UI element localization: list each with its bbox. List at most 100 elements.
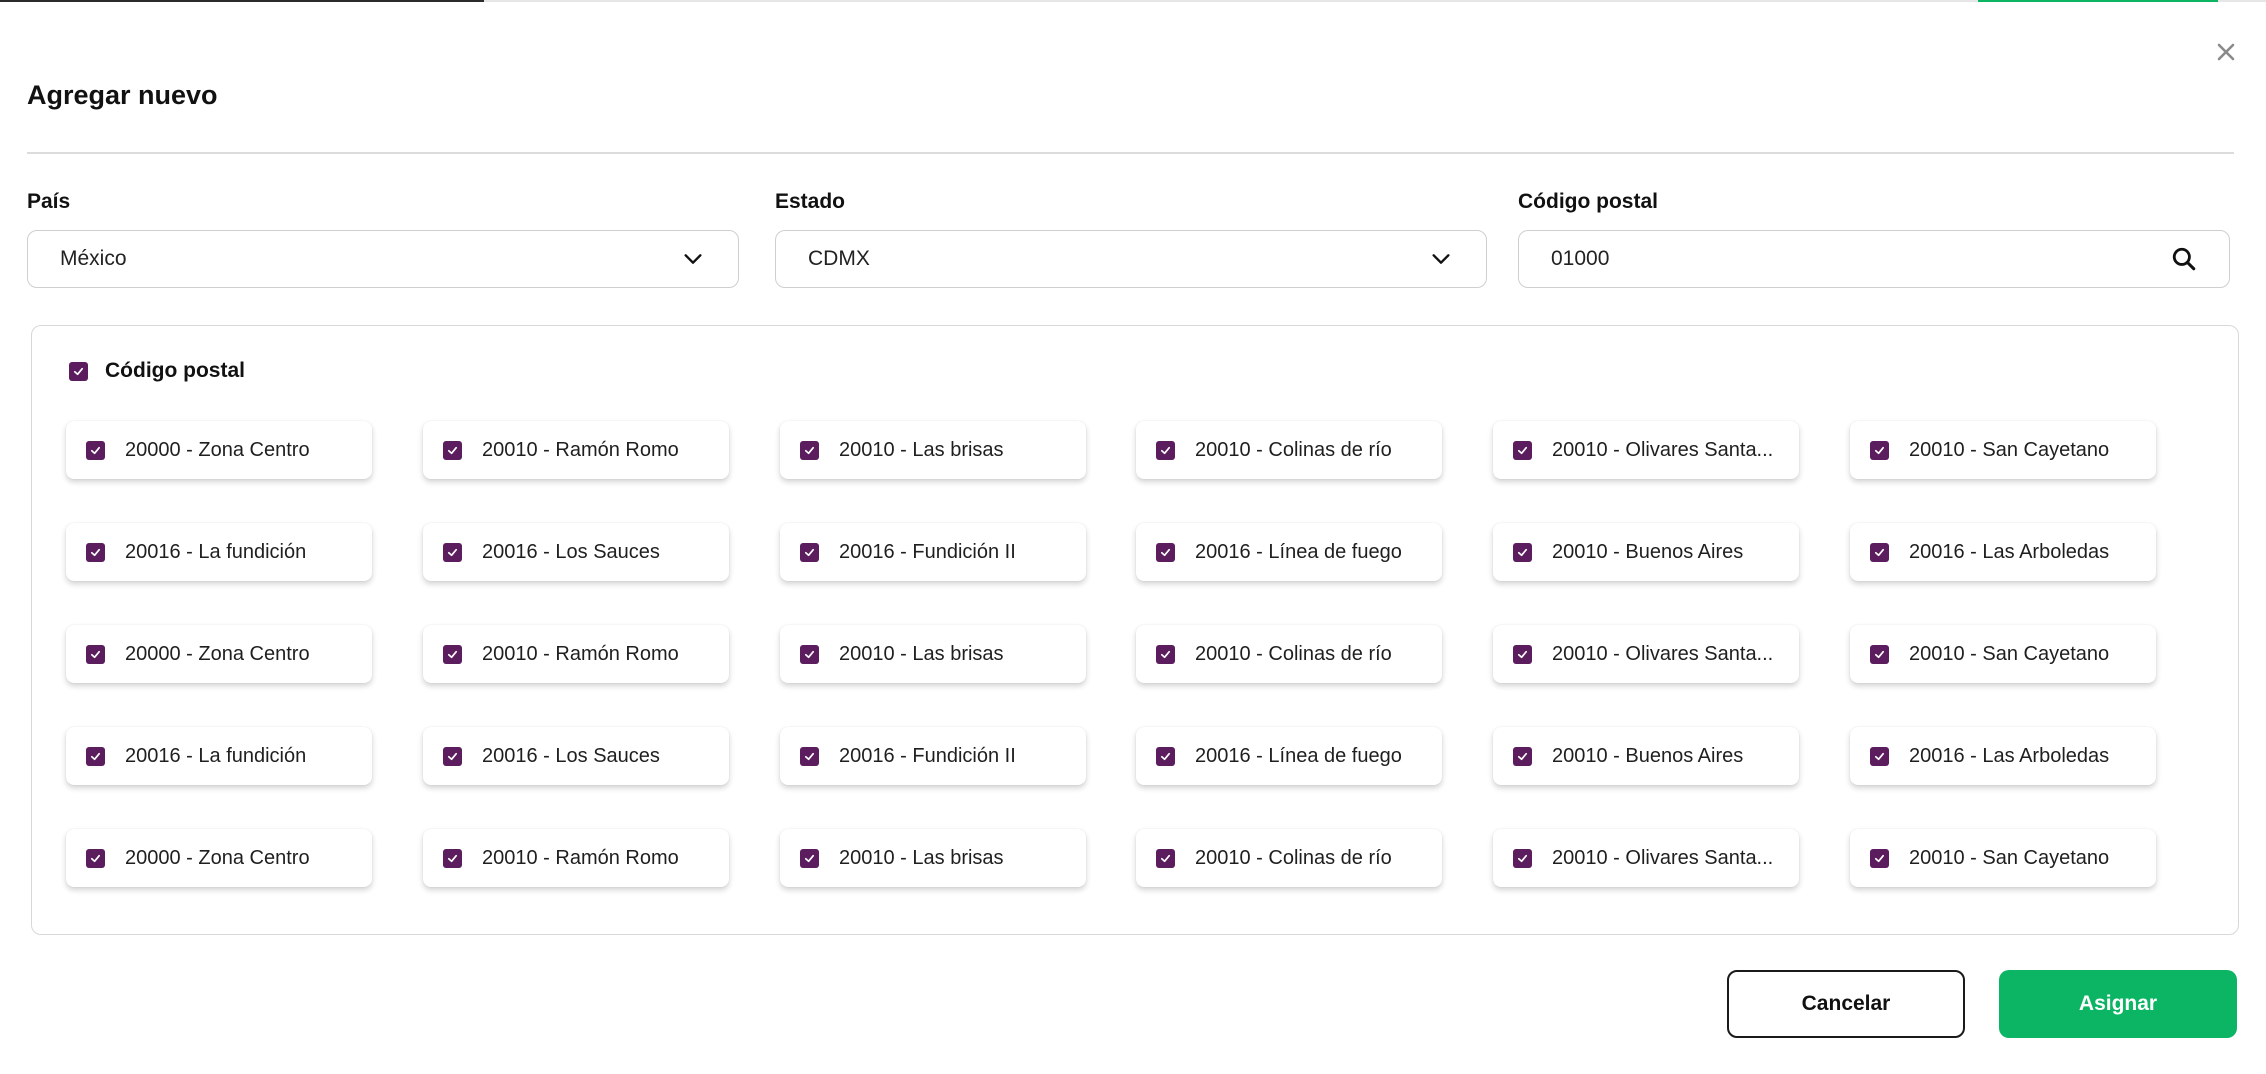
postal-code-chip[interactable]: 20016 - Las Arboledas — [1850, 523, 2156, 581]
postal-code-checkbox[interactable] — [86, 440, 105, 460]
postal-code-chip[interactable]: 20000 - Zona Centro — [66, 421, 372, 479]
postal-code-checkbox[interactable] — [800, 746, 819, 766]
postal-code-chip[interactable]: 20016 - Línea de fuego — [1136, 727, 1442, 785]
postal-code-label: 20000 - Zona Centro — [125, 846, 310, 869]
postal-code-chip[interactable]: 20000 - Zona Centro — [66, 829, 372, 887]
postal-code-chip[interactable]: 20016 - Los Sauces — [423, 727, 729, 785]
postal-code-label: 20010 - Las brisas — [839, 438, 1004, 461]
postal-code-checkbox[interactable] — [443, 542, 462, 562]
postal-code-checkbox[interactable] — [86, 746, 105, 766]
estado-value: CDMX — [808, 247, 870, 270]
postal-code-checkbox[interactable] — [86, 542, 105, 562]
postal-code-chip[interactable]: 20000 - Zona Centro — [66, 625, 372, 683]
postal-code-checkbox[interactable] — [1156, 746, 1175, 766]
postal-code-checkbox[interactable] — [1870, 440, 1889, 460]
postal-code-checkbox[interactable] — [1513, 746, 1532, 766]
postal-code-checkbox[interactable] — [86, 644, 105, 664]
postal-code-checkbox[interactable] — [1513, 440, 1532, 460]
postal-code-chip[interactable]: 20010 - Colinas de río — [1136, 829, 1442, 887]
postal-code-chip[interactable]: 20010 - Ramón Romo — [423, 829, 729, 887]
search-icon[interactable] — [2171, 246, 2197, 272]
postal-code-chip[interactable]: 20010 - Las brisas — [780, 625, 1086, 683]
postal-code-checkbox[interactable] — [1513, 542, 1532, 562]
postal-code-chip[interactable]: 20010 - Colinas de río — [1136, 625, 1442, 683]
select-all-checkbox[interactable] — [69, 361, 88, 381]
postal-code-chip[interactable]: 20010 - Ramón Romo — [423, 421, 729, 479]
check-icon — [1517, 752, 1528, 760]
postal-code-chip[interactable]: 20016 - Los Sauces — [423, 523, 729, 581]
close-button[interactable] — [2210, 36, 2242, 68]
cancel-button[interactable]: Cancelar — [1727, 970, 1965, 1038]
postal-code-chip[interactable]: 20016 - Fundición II — [780, 727, 1086, 785]
check-icon — [1517, 854, 1528, 862]
postal-code-checkbox[interactable] — [1870, 746, 1889, 766]
postal-code-label: 20010 - Buenos Aires — [1552, 744, 1744, 767]
postal-code-label: 20016 - Línea de fuego — [1195, 744, 1402, 767]
postal-code-checkbox[interactable] — [1156, 440, 1175, 460]
postal-code-chip[interactable]: 20010 - Colinas de río — [1136, 421, 1442, 479]
postal-code-checkbox[interactable] — [800, 644, 819, 664]
postal-code-chip[interactable]: 20016 - La fundición — [66, 523, 372, 581]
postal-code-chip[interactable]: 20010 - Buenos Aires — [1493, 727, 1799, 785]
postal-code-chip[interactable]: 20016 - Fundición II — [780, 523, 1086, 581]
postal-code-label: 20016 - Los Sauces — [482, 744, 660, 767]
postal-code-checkbox[interactable] — [800, 848, 819, 868]
postal-code-checkbox[interactable] — [1513, 848, 1532, 868]
postal-code-chip[interactable]: 20016 - La fundición — [66, 727, 372, 785]
postal-code-label: 20016 - Línea de fuego — [1195, 540, 1402, 563]
postal-code-checkbox[interactable] — [1513, 644, 1532, 664]
postal-code-label: 20016 - Las Arboledas — [1909, 540, 2110, 563]
check-icon — [73, 367, 84, 375]
postal-code-checkbox[interactable] — [1156, 542, 1175, 562]
check-icon — [447, 752, 458, 760]
codigo-postal-input[interactable]: 01000 — [1518, 230, 2230, 288]
postal-code-chip[interactable]: 20010 - Las brisas — [780, 421, 1086, 479]
check-icon — [1874, 446, 1885, 454]
postal-code-checkbox[interactable] — [443, 644, 462, 664]
postal-code-checkbox[interactable] — [443, 848, 462, 868]
postal-code-checkbox[interactable] — [86, 848, 105, 868]
top-bar-segment-dark — [0, 0, 484, 2]
postal-code-label: 20010 - Colinas de río — [1195, 846, 1392, 869]
postal-code-checkbox[interactable] — [1156, 644, 1175, 664]
postal-code-chip[interactable]: 20010 - Las brisas — [780, 829, 1086, 887]
estado-select[interactable]: CDMX — [775, 230, 1487, 288]
check-icon — [1160, 650, 1171, 658]
postal-code-checkbox[interactable] — [1870, 848, 1889, 868]
check-icon — [90, 446, 101, 454]
postal-code-checkbox[interactable] — [1870, 644, 1889, 664]
postal-code-checkbox[interactable] — [800, 440, 819, 460]
postal-code-label: 20016 - Los Sauces — [482, 540, 660, 563]
assign-button[interactable]: Asignar — [1999, 970, 2237, 1038]
pais-select[interactable]: México — [27, 230, 739, 288]
postal-code-checkbox[interactable] — [1870, 542, 1889, 562]
postal-code-label: 20010 - Buenos Aires — [1552, 540, 1744, 563]
check-icon — [804, 854, 815, 862]
check-icon — [90, 650, 101, 658]
select-all-postal-codes[interactable]: Código postal — [69, 359, 245, 383]
estado-label: Estado — [775, 190, 846, 213]
postal-code-chip[interactable]: 20010 - Buenos Aires — [1493, 523, 1799, 581]
postal-code-chip[interactable]: 20010 - San Cayetano — [1850, 421, 2156, 479]
postal-code-chip[interactable]: 20010 - Olivares Santa... — [1493, 625, 1799, 683]
postal-code-chip[interactable]: 20010 - San Cayetano — [1850, 625, 2156, 683]
postal-code-panel: Código postal 20000 - Zona Centro 20010 -… — [31, 325, 2239, 935]
postal-code-label: 20016 - Las Arboledas — [1909, 744, 2110, 767]
postal-code-label: 20010 - Olivares Santa... — [1552, 438, 1774, 461]
check-icon — [1160, 854, 1171, 862]
pais-label: País — [27, 190, 71, 213]
postal-code-chip[interactable]: 20010 - Olivares Santa... — [1493, 829, 1799, 887]
check-icon — [1517, 446, 1528, 454]
postal-code-label: 20010 - Las brisas — [839, 846, 1004, 869]
postal-code-chip[interactable]: 20010 - Olivares Santa... — [1493, 421, 1799, 479]
postal-code-checkbox[interactable] — [443, 746, 462, 766]
postal-code-checkbox[interactable] — [1156, 848, 1175, 868]
postal-code-label: 20010 - San Cayetano — [1909, 642, 2110, 665]
postal-code-chip[interactable]: 20016 - Las Arboledas — [1850, 727, 2156, 785]
postal-code-checkbox[interactable] — [443, 440, 462, 460]
postal-code-chip[interactable]: 20010 - San Cayetano — [1850, 829, 2156, 887]
postal-code-chip[interactable]: 20010 - Ramón Romo — [423, 625, 729, 683]
postal-code-label: 20010 - San Cayetano — [1909, 846, 2110, 869]
postal-code-chip[interactable]: 20016 - Línea de fuego — [1136, 523, 1442, 581]
postal-code-checkbox[interactable] — [800, 542, 819, 562]
